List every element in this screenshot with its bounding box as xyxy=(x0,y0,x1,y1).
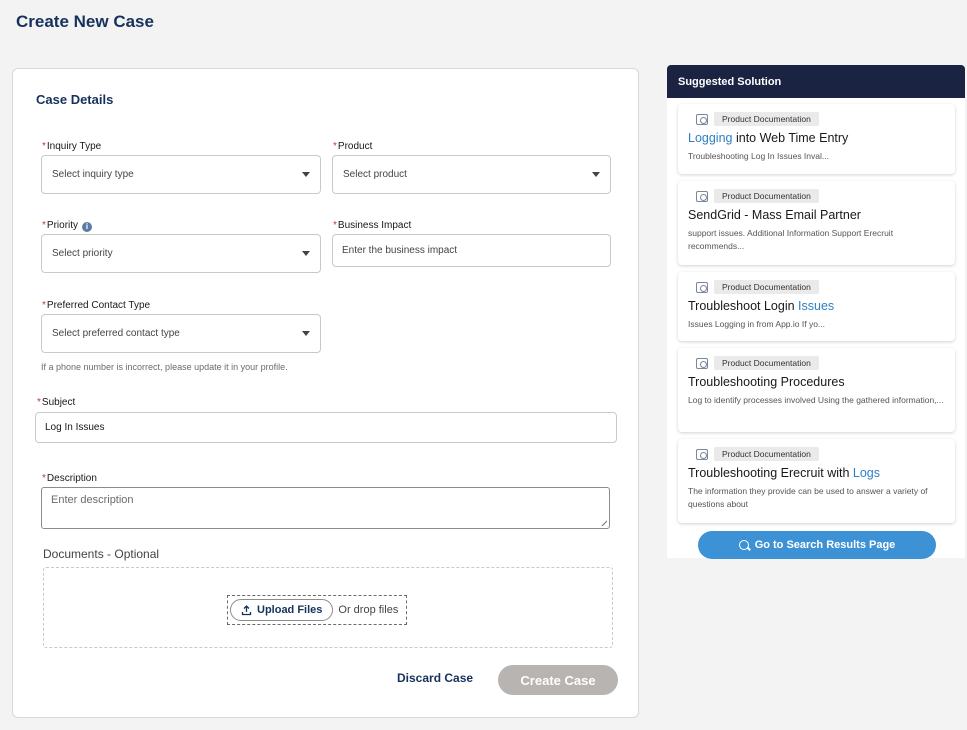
suggestion-description: The information they provide can be used… xyxy=(688,486,928,509)
suggestion-description: Log to identify processes involved Using… xyxy=(688,395,944,405)
product-select[interactable]: Select product xyxy=(332,155,611,194)
suggested-solution-header: Suggested Solution xyxy=(667,65,965,98)
suggestion-tag: Product Documentation xyxy=(714,189,819,203)
subject-input[interactable]: Log In Issues xyxy=(35,412,617,443)
priority-label-text: Priority xyxy=(46,220,79,231)
description-label-text: Description xyxy=(46,473,97,484)
required-marker: * xyxy=(333,141,337,152)
priority-label: *Priority i xyxy=(42,220,93,232)
document-icon xyxy=(696,357,708,369)
product-placeholder: Select product xyxy=(343,169,407,180)
info-icon[interactable]: i xyxy=(82,222,93,232)
title-text: Troubleshoot Login xyxy=(688,299,799,313)
upload-group: Upload Files Or drop files xyxy=(227,595,408,625)
required-marker: * xyxy=(37,397,41,408)
suggested-solution-panel: Suggested Solution Product Documentation… xyxy=(667,65,965,559)
title-rest: into Web Time Entry xyxy=(732,131,849,145)
description-label: *Description xyxy=(42,473,97,484)
suggestion-card[interactable]: Product Documentation Troubleshooting Pr… xyxy=(678,348,955,432)
preferred-contact-label: *Preferred Contact Type xyxy=(42,300,150,311)
required-marker: * xyxy=(42,300,46,311)
title-text: Troubleshooting Erecruit with xyxy=(688,466,853,480)
suggestion-card[interactable]: Product Documentation Troubleshoot Login… xyxy=(678,272,955,341)
priority-placeholder: Select priority xyxy=(52,248,113,259)
suggestion-description: support issues. Additional Information S… xyxy=(688,228,894,251)
inquiry-type-placeholder: Select inquiry type xyxy=(52,169,134,180)
create-case-button[interactable]: Create Case xyxy=(498,665,618,695)
section-title: Case Details xyxy=(36,92,114,107)
suggestion-tag: Product Documentation xyxy=(714,356,819,370)
document-icon xyxy=(696,190,708,202)
inquiry-type-select[interactable]: Select inquiry type xyxy=(41,155,321,194)
go-to-search-results-label: Go to Search Results Page xyxy=(754,539,896,551)
product-label-text: Product xyxy=(337,141,373,152)
suggestion-title[interactable]: Troubleshooting Procedures xyxy=(688,375,945,389)
page-title: Create New Case xyxy=(16,12,154,31)
required-marker: * xyxy=(333,220,337,231)
priority-select[interactable]: Select priority xyxy=(41,234,321,273)
suggestion-tag-row: Product Documentation xyxy=(696,189,945,203)
suggestion-card[interactable]: Product Documentation Troubleshooting Er… xyxy=(678,439,955,523)
file-dropzone[interactable]: Upload Files Or drop files xyxy=(43,567,613,648)
suggestion-card[interactable]: Product Documentation SendGrid - Mass Em… xyxy=(678,181,955,265)
business-impact-label-text: Business Impact xyxy=(337,220,412,231)
subject-value: Log In Issues xyxy=(45,422,105,433)
upload-icon xyxy=(241,604,252,615)
case-form-card: Case Details *Inquiry Type Select inquir… xyxy=(12,68,639,718)
document-icon xyxy=(696,281,708,293)
upload-files-button[interactable]: Upload Files xyxy=(230,599,334,621)
suggestion-description: Troubleshooting Log In Issues Inval... xyxy=(688,151,829,161)
chevron-down-icon xyxy=(302,331,310,336)
chevron-down-icon xyxy=(302,172,310,177)
preferred-contact-label-text: Preferred Contact Type xyxy=(46,300,151,311)
suggestion-tag-row: Product Documentation xyxy=(696,356,945,370)
suggestion-card[interactable]: Product Documentation Logging into Web T… xyxy=(678,104,955,174)
suggestion-tag: Product Documentation xyxy=(714,112,819,126)
inquiry-type-label-text: Inquiry Type xyxy=(46,141,102,152)
required-marker: * xyxy=(42,141,46,152)
drop-files-text: Or drop files xyxy=(338,604,399,616)
chevron-down-icon xyxy=(592,172,600,177)
document-icon xyxy=(696,113,708,125)
inquiry-type-label: *Inquiry Type xyxy=(42,141,101,152)
suggestion-title[interactable]: Logging into Web Time Entry xyxy=(688,131,945,145)
discard-case-button[interactable]: Discard Case xyxy=(397,671,473,685)
required-marker: * xyxy=(42,220,46,231)
suggestion-tag-row: Product Documentation xyxy=(696,112,945,126)
preferred-contact-select[interactable]: Select preferred contact type xyxy=(41,314,321,353)
business-impact-input[interactable]: Enter the business impact xyxy=(332,234,611,267)
suggestion-tag-row: Product Documentation xyxy=(696,280,945,294)
search-icon xyxy=(738,540,749,550)
suggestion-title[interactable]: Troubleshooting Erecruit with Logs xyxy=(688,466,945,480)
required-marker: * xyxy=(42,473,46,484)
suggestion-tag: Product Documentation xyxy=(714,447,819,461)
suggestion-tag: Product Documentation xyxy=(714,280,819,294)
product-label: *Product xyxy=(333,141,372,152)
suggestion-title[interactable]: Troubleshoot Login Issues xyxy=(688,299,945,313)
title-highlight: Issues xyxy=(798,299,835,313)
documents-label: Documents - Optional xyxy=(43,547,160,561)
suggestion-description: Issues Logging in from App.io If yo... xyxy=(688,319,826,329)
description-placeholder: Enter description xyxy=(51,494,134,506)
go-to-search-results-button[interactable]: Go to Search Results Page xyxy=(698,531,936,559)
business-impact-placeholder: Enter the business impact xyxy=(342,245,458,256)
suggestion-tag-row: Product Documentation xyxy=(696,447,945,461)
title-highlight: Logging xyxy=(688,131,733,145)
preferred-contact-placeholder: Select preferred contact type xyxy=(52,328,180,339)
business-impact-label: *Business Impact xyxy=(333,220,411,231)
subject-label: *Subject xyxy=(37,397,75,408)
helper-text: If a phone number is incorrect, please u… xyxy=(41,362,288,372)
suggestion-title[interactable]: SendGrid - Mass Email Partner xyxy=(688,208,945,222)
description-textarea[interactable]: Enter description xyxy=(41,487,610,529)
upload-files-label: Upload Files xyxy=(257,604,323,616)
resize-handle-icon[interactable] xyxy=(600,519,607,526)
subject-label-text: Subject xyxy=(41,397,76,408)
document-icon xyxy=(696,448,708,460)
chevron-down-icon xyxy=(302,251,310,256)
title-highlight: Logs xyxy=(852,466,881,480)
